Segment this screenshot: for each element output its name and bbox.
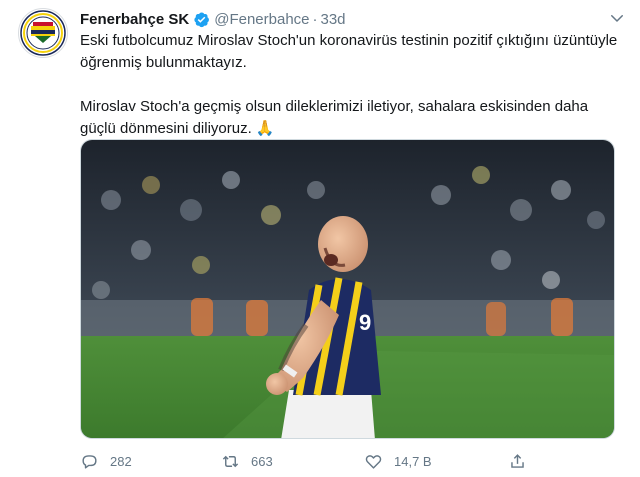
share-icon — [511, 453, 524, 468]
tweet-paragraph: Miroslav Stoch'a geçmiş olsun dileklerim… — [80, 98, 589, 137]
retweet-count: 663 — [251, 453, 273, 469]
chevron-down-icon[interactable] — [608, 9, 626, 27]
tweet: Fenerbahçe SK @Fenerbahce · 33d Eski fut… — [0, 0, 640, 477]
tweet-text: Eski futbolcumuz Miroslav Stoch'un koron… — [80, 30, 620, 140]
tweet-header: Fenerbahçe SK @Fenerbahce · 33d — [80, 9, 610, 29]
avatar[interactable] — [18, 8, 68, 58]
like-count: 14,7 B — [394, 453, 432, 469]
separator-dot: · — [312, 10, 318, 28]
tweet-timestamp[interactable]: 33d — [321, 11, 346, 28]
fenerbahce-crest-icon — [20, 10, 66, 56]
share-button[interactable] — [508, 450, 527, 472]
author-handle[interactable]: @Fenerbahce — [214, 11, 309, 28]
tweet-photo[interactable]: 9 — [80, 139, 615, 439]
retweet-icon — [222, 455, 239, 467]
author-name[interactable]: Fenerbahçe SK — [80, 11, 189, 28]
retweet-button[interactable]: 663 — [221, 450, 273, 472]
tweet-paragraph: Eski futbolcumuz Miroslav Stoch'un koron… — [80, 32, 618, 71]
heart-icon — [365, 454, 382, 469]
tweet-actions: 282 663 14,7 B — [80, 450, 540, 472]
like-button[interactable]: 14,7 B — [364, 450, 432, 472]
reply-count: 282 — [110, 453, 132, 469]
reply-icon — [82, 454, 97, 469]
verified-badge-icon — [193, 11, 210, 28]
reply-button[interactable]: 282 — [80, 450, 132, 472]
photo-player-celebrating: 9 — [81, 140, 614, 438]
svg-text:9: 9 — [359, 310, 371, 335]
